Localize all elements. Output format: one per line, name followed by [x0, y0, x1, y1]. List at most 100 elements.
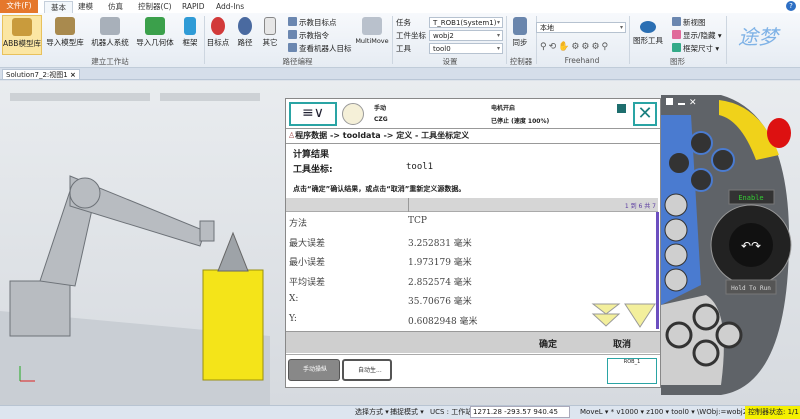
system-name: CZG — [374, 116, 388, 123]
row-value: 35.70676 毫米 — [408, 297, 472, 307]
teach-instruction-button[interactable]: 示教指令 — [288, 30, 329, 42]
svg-text:✕: ✕ — [689, 98, 697, 108]
import-library-button[interactable]: 导入模型库 — [43, 15, 87, 55]
tab-controller[interactable]: 控制器(C) — [132, 1, 178, 13]
event-log-icon[interactable] — [342, 103, 364, 125]
task-autoproducer[interactable]: 自动生... — [342, 359, 392, 381]
tab-rapid[interactable]: RAPID — [176, 1, 211, 13]
paging-info: 1 到 6 共 7 — [624, 203, 656, 210]
tab-modeling[interactable]: 建模 — [72, 1, 99, 13]
program-state: 已停止 (速度 100%) — [491, 118, 550, 125]
quickset-rob-button[interactable]: ROB_1 — [607, 358, 657, 384]
multimove-button[interactable]: MultiMove — [355, 15, 389, 55]
robot-system-button[interactable]: 机器人系统 — [88, 15, 132, 55]
abb-menu-button[interactable]: ≡∨ — [289, 102, 337, 126]
row-key: X: — [289, 294, 299, 304]
table-row[interactable]: 方法 TCP — [286, 213, 656, 232]
import-geometry-button[interactable]: 导入几何体 — [133, 15, 177, 55]
scrollbar[interactable] — [656, 212, 659, 329]
other-button[interactable]: 其它 — [259, 15, 281, 55]
enable-label[interactable]: Enable — [738, 194, 763, 202]
table-header: 1 到 6 共 7 — [286, 198, 658, 212]
task-select[interactable]: T_ROB1(System1) ▾ — [429, 17, 503, 28]
row-key: 平均误差 — [289, 277, 326, 288]
table-row[interactable]: 平均误差 2.852574 毫米 — [286, 272, 656, 291]
operating-mode: 手动 — [374, 105, 387, 112]
action-bar: 确定 取消 — [286, 331, 660, 353]
group-label-build: 建立工作站 — [91, 57, 129, 66]
status-bar: 选择方式 ▾ 捕捉模式 ▾ UCS : 工作站 1271.28 -293.57 … — [0, 405, 800, 419]
row-value: 1.973179 毫米 — [408, 258, 472, 268]
watermark-logo: 途梦 — [738, 25, 778, 49]
tool-label: 工具 — [396, 44, 411, 53]
group-label-freehand: Freehand — [564, 56, 600, 65]
breadcrumb: ♙程序数据 -> tooldata -> 定义 - 工具坐标定义 — [288, 131, 470, 140]
cone-tip — [217, 231, 249, 272]
group-label-settings: 设置 — [442, 57, 458, 66]
emergency-stop-button — [767, 118, 791, 148]
quickset-icon[interactable] — [617, 104, 626, 113]
new-view-button[interactable]: 新视图 — [672, 17, 706, 29]
task-jogging[interactable]: 手动操纵 — [288, 359, 340, 381]
table-row[interactable]: 最小误差 1.973179 毫米 — [286, 252, 656, 271]
ok-button[interactable]: 确定 — [539, 337, 557, 350]
freehand-tools[interactable]: ⚲⟲✋⚙⚙⚙⚲ — [540, 42, 610, 52]
selection-mode-dropdown[interactable]: 选择方式 ▾ — [355, 406, 389, 419]
task-label: 任务 — [396, 18, 411, 27]
move-instruction-settings[interactable]: MoveL ▾ * v1000 ▾ z100 ▾ tool0 ▾ \WObj:=… — [580, 406, 753, 419]
viewport-toolbar-icons — [10, 93, 260, 101]
group-label-path: 路径编程 — [282, 57, 313, 66]
help-icon[interactable]: ? — [786, 1, 796, 11]
row-key: 方法 — [289, 219, 308, 229]
close-icon[interactable]: × — [70, 71, 76, 79]
row-value: 2.852574 毫米 — [408, 277, 472, 288]
frame-size-button[interactable]: 框架尺寸 ▾ — [672, 43, 719, 55]
teach-target-button[interactable]: 示教目标点 — [288, 17, 337, 29]
graphics-tools-button[interactable]: 图形工具 — [630, 15, 666, 55]
cancel-button[interactable]: 取消 — [613, 337, 631, 350]
row-value: 0.6082948 毫米 — [408, 316, 478, 327]
row-value: TCP — [408, 216, 427, 226]
sync-button[interactable]: 同步 — [508, 15, 532, 55]
row-key: 最小误差 — [289, 258, 326, 268]
tool-label: 工具坐标: — [293, 165, 333, 175]
tab-addins[interactable]: Add-Ins — [210, 1, 250, 13]
target-button[interactable]: 目标点 — [205, 15, 231, 55]
coordinates-readout: 1271.28 -293.57 940.45 — [470, 406, 570, 418]
motor-state: 电机开启 — [491, 105, 516, 112]
table-row[interactable]: 最大误差 3.252831 毫米 — [286, 233, 656, 252]
instruction-text: 点击“确定”确认结果，或点击“取消”重新定义源数据。 — [293, 185, 466, 193]
robot — [9, 175, 215, 337]
flexpendant-screen: ≡∨ 手动 CZG 电机开启 已停止 (速度 100%) ✕ ♙程序数据 -> … — [285, 98, 661, 388]
pendant-header: ≡∨ 手动 CZG 电机开启 已停止 (速度 100%) ✕ — [286, 99, 660, 129]
tool-value: tool1 — [406, 162, 434, 172]
ribbon-tabs: 文件(F) 基本 建模 仿真 控制器(C) RAPID Add-Ins ? — [0, 0, 800, 13]
tool-select[interactable]: tool0 ▾ — [429, 43, 503, 54]
document-tabs: Solution7_2:视图1 × — [0, 68, 800, 80]
row-key: 最大误差 — [289, 238, 326, 249]
frame-button[interactable]: 框架 — [178, 15, 202, 55]
group-label-graphics: 图形 — [670, 57, 685, 66]
tab-home[interactable]: 基本 — [44, 1, 73, 13]
flexpendant-hardware: ↶↷ Enable Hold To Run ✕ — [661, 95, 796, 395]
controller-status: 控制器状态: 1/1 — [745, 406, 800, 419]
row-key: Y: — [289, 313, 297, 324]
snap-mode-dropdown[interactable]: 捕捉模式 ▾ — [390, 406, 424, 419]
reference-select[interactable]: 本地 ▾ — [536, 22, 626, 33]
hold-to-run-button[interactable]: Hold To Run — [731, 285, 771, 292]
doc-tab-view1[interactable]: Solution7_2:视图1 × — [2, 69, 80, 80]
show-hide-button[interactable]: 显示/隐藏 ▾ — [672, 30, 722, 42]
scroll-down-icons[interactable] — [591, 302, 656, 330]
close-button[interactable]: ✕ — [633, 102, 657, 126]
row-value: 3.252831 毫米 — [408, 238, 472, 249]
workobject-select[interactable]: wobj2 ▾ — [429, 30, 503, 41]
joystick-arrows-icon: ↶↷ — [741, 239, 761, 253]
yellow-box — [202, 269, 264, 381]
abb-library-button[interactable]: ABB模型库 — [2, 15, 42, 55]
pendant-taskbar: 手动操纵 自动生... ROB_1 — [286, 354, 660, 387]
tab-file[interactable]: 文件(F) — [0, 0, 38, 13]
path-button[interactable]: 路径 — [232, 15, 258, 55]
view-robot-target-button[interactable]: 查看机器人目标 — [288, 43, 352, 55]
workobject-label: 工件坐标 — [396, 31, 426, 40]
tab-simulation[interactable]: 仿真 — [102, 1, 129, 13]
